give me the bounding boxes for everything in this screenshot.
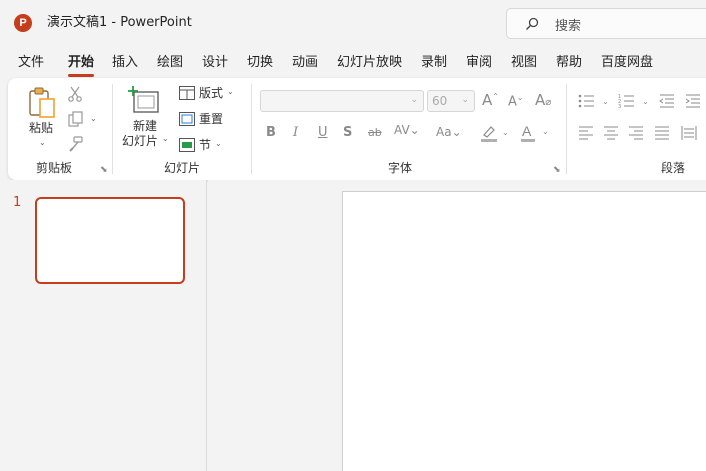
tab-file[interactable]: 文件 — [18, 54, 44, 72]
underline-icon[interactable]: U — [318, 125, 328, 140]
tab-help[interactable]: 帮助 — [556, 54, 582, 72]
layout-icon[interactable] — [179, 86, 195, 100]
new-slide-label-line2[interactable]: 幻灯片 — [122, 133, 158, 149]
align-center-icon[interactable] — [603, 126, 619, 140]
svg-text:⌄: ⌄ — [542, 127, 549, 136]
tab-insert[interactable]: 插入 — [112, 54, 138, 72]
slides-group-label: 幻灯片 — [164, 161, 201, 175]
section-icon[interactable] — [179, 138, 195, 152]
svg-text:⌄: ⌄ — [602, 97, 609, 106]
font-size-value: 60 — [432, 94, 448, 108]
tab-transitions[interactable]: 切换 — [247, 54, 273, 72]
svg-text:⌄: ⌄ — [502, 128, 509, 137]
tab-review[interactable]: 审阅 — [466, 54, 492, 72]
reset-button-label[interactable]: 重置 — [199, 111, 223, 127]
character-spacing-icon[interactable]: AV⌄ — [394, 123, 420, 137]
align-left-icon[interactable] — [578, 126, 594, 140]
tab-draw[interactable]: 绘图 — [157, 54, 183, 72]
tab-baidu-netdisk[interactable]: 百度网盘 — [601, 54, 653, 72]
font-size-combo[interactable]: 60 ⌄ — [427, 90, 475, 112]
increase-font-size-icon[interactable]: A⌃ — [482, 91, 499, 109]
tab-slideshow[interactable]: 幻灯片放映 — [337, 54, 402, 72]
slide-thumbnail-number: 1 — [13, 195, 22, 210]
tab-record[interactable]: 录制 — [421, 54, 447, 72]
align-right-icon[interactable] — [628, 126, 644, 140]
group-separator — [251, 84, 252, 174]
clear-formatting-icon[interactable]: A⌀ — [535, 91, 551, 109]
paste-dropdown-icon[interactable]: ⌄ — [39, 138, 46, 147]
decrease-font-size-icon[interactable]: A⌄ — [508, 93, 524, 109]
new-slide-label-line1[interactable]: 新建 — [133, 118, 157, 134]
tab-home[interactable]: 开始 — [68, 54, 94, 72]
numbering-icon[interactable]: 1 2 3 ⌄ — [618, 93, 652, 109]
title-bar: P 演示文稿1 - PowerPoint 搜索 — [0, 0, 706, 46]
paragraph-group-label: 段落 — [661, 161, 686, 175]
bullets-icon[interactable]: ⌄ — [578, 93, 612, 109]
copy-dropdown-icon[interactable]: ⌄ — [90, 114, 97, 123]
search-box[interactable]: 搜索 — [506, 8, 706, 39]
font-group-label: 字体 — [388, 161, 413, 175]
search-placeholder: 搜索 — [555, 19, 582, 34]
text-shadow-icon[interactable]: S — [343, 125, 352, 140]
strikethrough-icon[interactable]: ab — [368, 126, 382, 139]
section-button-label[interactable]: 节 — [199, 137, 211, 153]
font-dialog-launcher-icon[interactable]: ⬊ — [553, 165, 561, 175]
group-separator — [566, 84, 567, 174]
font-size-dropdown-icon[interactable]: ⌄ — [461, 95, 469, 105]
slide-thumbnail[interactable] — [35, 197, 185, 284]
powerpoint-logo-icon: P — [14, 14, 32, 32]
slide-canvas[interactable] — [342, 191, 706, 471]
change-case-icon[interactable]: Aa⌄ — [436, 125, 462, 139]
section-dropdown-icon[interactable]: ⌄ — [215, 139, 222, 148]
highlight-color-icon[interactable]: ⌄ — [480, 124, 510, 142]
decrease-indent-icon[interactable] — [659, 93, 675, 109]
font-name-dropdown-icon[interactable]: ⌄ — [410, 95, 418, 105]
copy-icon[interactable] — [68, 111, 84, 127]
columns-icon[interactable] — [681, 125, 697, 141]
search-icon — [526, 17, 539, 30]
layout-dropdown-icon[interactable]: ⌄ — [227, 87, 234, 96]
ribbon: 粘贴 ⌄ ⌄ 剪贴板 ⬊ 新建 幻灯片 ⌄ 版式 ⌄ 重置 节 ⌄ 幻灯片 ⌄ … — [8, 78, 706, 180]
ribbon-tabs: 文件 开始 插入 绘图 设计 切换 动画 幻灯片放映 录制 审阅 视图 帮助 百… — [0, 50, 706, 77]
tab-view[interactable]: 视图 — [511, 54, 537, 72]
clipboard-dialog-launcher-icon[interactable]: ⬊ — [100, 165, 108, 175]
cut-icon[interactable] — [68, 86, 82, 102]
clipboard-group-label: 剪贴板 — [36, 161, 73, 175]
justify-icon[interactable] — [654, 126, 670, 140]
svg-text:3: 3 — [618, 104, 621, 109]
italic-icon[interactable]: I — [293, 125, 298, 140]
layout-button-label[interactable]: 版式 — [199, 85, 223, 101]
tab-design[interactable]: 设计 — [202, 54, 228, 72]
new-slide-dropdown-icon[interactable]: ⌄ — [162, 134, 169, 143]
paste-icon[interactable] — [28, 86, 58, 120]
new-slide-icon[interactable] — [128, 86, 160, 114]
svg-text:A: A — [522, 123, 532, 139]
active-tab-indicator — [68, 74, 94, 77]
paste-button-label[interactable]: 粘贴 — [29, 120, 53, 136]
bold-icon[interactable]: B — [266, 125, 276, 140]
increase-indent-icon[interactable] — [685, 93, 701, 109]
tab-animations[interactable]: 动画 — [292, 54, 318, 72]
group-separator — [112, 84, 113, 174]
font-color-icon[interactable]: A ⌄ — [520, 123, 550, 142]
window-title: 演示文稿1 - PowerPoint — [47, 15, 192, 30]
svg-text:⌄: ⌄ — [642, 97, 649, 106]
font-name-combo[interactable]: ⌄ — [260, 90, 424, 112]
format-painter-icon[interactable] — [68, 136, 84, 152]
reset-icon[interactable] — [179, 112, 195, 126]
